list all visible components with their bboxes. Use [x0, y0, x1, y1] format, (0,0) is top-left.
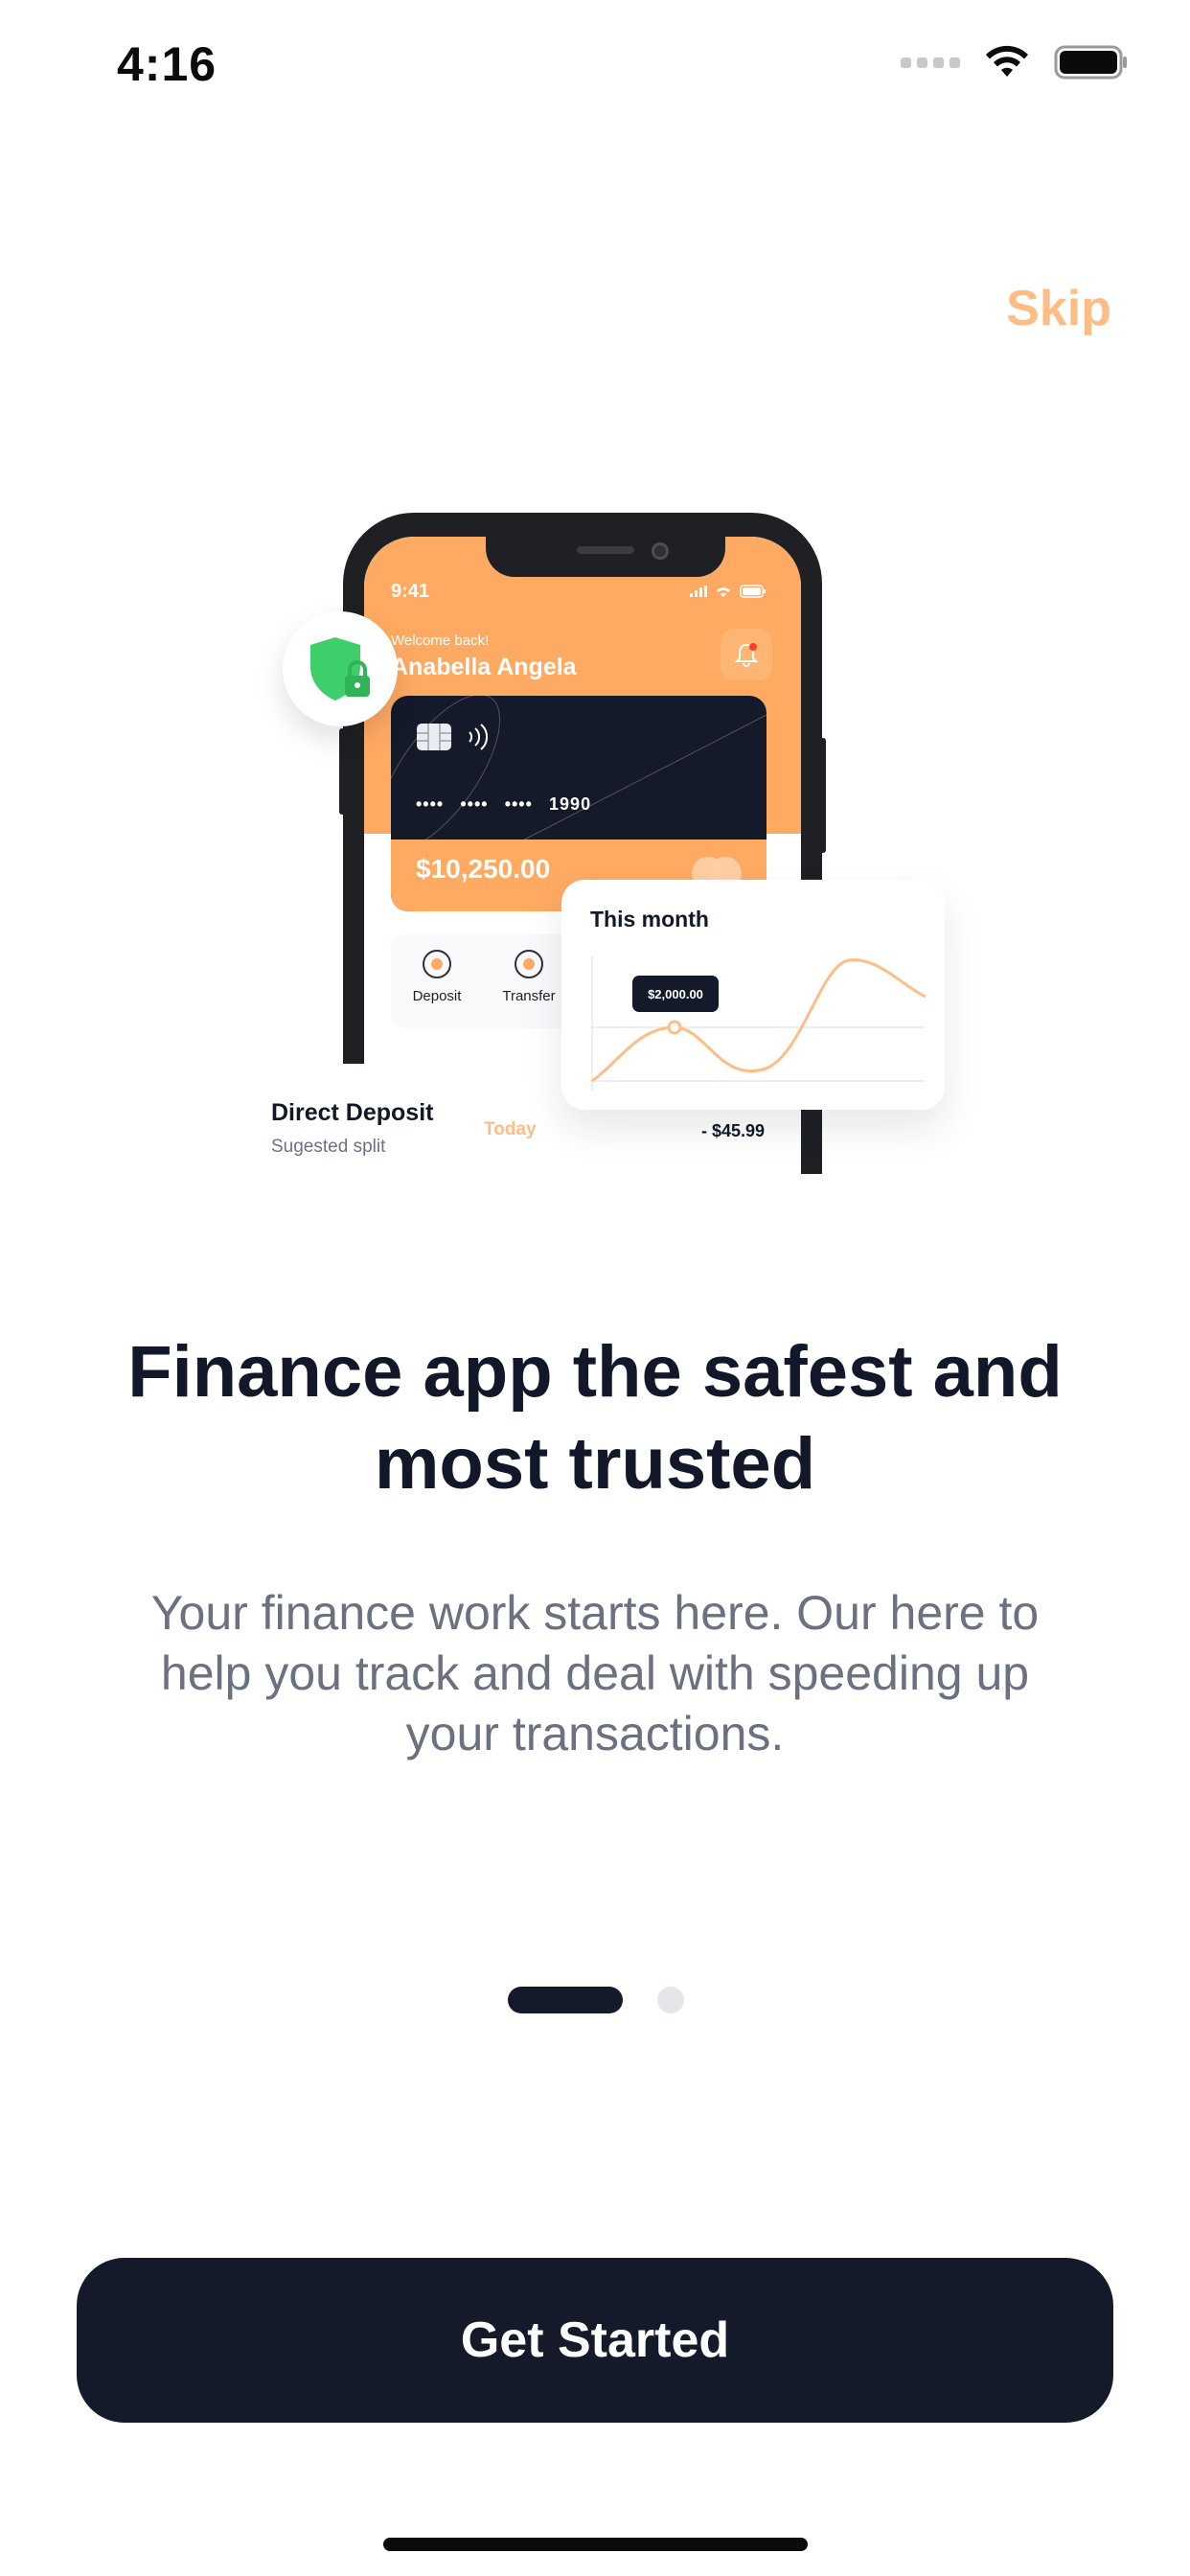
page-indicator: [508, 1987, 684, 2013]
shield-lock-icon: [310, 637, 370, 701]
phone-camera: [652, 542, 669, 560]
phone-battery-icon: [740, 585, 766, 598]
cellular-signal-icon: [901, 57, 960, 68]
transaction-card: Direct Deposit Sugested split Today: [240, 1064, 575, 1179]
deposit-action: Deposit: [399, 950, 475, 1004]
phone-signal-icon: [690, 586, 707, 597]
card-mask-group: ••••: [504, 794, 533, 814]
chart-tooltip: $2,000.00: [632, 976, 719, 1012]
onboarding-illustration: 9:41 Welcome back! Anabella Angela •••• …: [240, 508, 949, 1179]
welcome-text: Welcome back!: [391, 632, 490, 649]
card-chip-icon: [417, 724, 451, 750]
phone-side-button: [339, 728, 345, 815]
battery-icon: [1054, 45, 1127, 80]
action-label: Deposit: [412, 988, 462, 1004]
bell-icon: [734, 643, 759, 667]
skip-button[interactable]: Skip: [1006, 280, 1111, 337]
card-number: •••• •••• •••• 1990: [416, 794, 591, 816]
action-label: Transfer: [502, 988, 556, 1004]
phone-side-button: [820, 738, 826, 853]
card-last-digits: 1990: [549, 794, 592, 814]
status-icons: [901, 44, 1129, 80]
monthly-chart-card: This month $2,000.00: [561, 880, 945, 1110]
deposit-icon: [423, 950, 451, 978]
phone-time: 9:41: [391, 581, 430, 602]
card-balance: $10,250.00: [416, 854, 551, 884]
status-time: 4:16: [117, 37, 217, 91]
get-started-button[interactable]: Get Started: [77, 2258, 1113, 2423]
transfer-action: Transfer: [491, 950, 567, 1004]
phone-notch: [486, 537, 725, 577]
security-badge: [283, 611, 398, 726]
transaction-amount: - $45.99: [701, 1121, 766, 1140]
onboarding-description: Your finance work starts here. Our here …: [150, 1586, 1040, 1760]
home-indicator: [383, 2538, 808, 2551]
transaction-subtitle: Sugested split: [271, 1137, 386, 1157]
transfer-icon: [515, 950, 543, 978]
nfc-icon: [469, 724, 488, 750]
chart-title: This month: [590, 907, 709, 932]
phone-status-icons: [690, 585, 767, 598]
chart-graph: [590, 956, 927, 1091]
phone-wifi-icon: [717, 586, 730, 597]
card-mask-group: ••••: [460, 794, 489, 814]
card-mask-group: ••••: [416, 794, 445, 814]
page-indicator-active[interactable]: [508, 1987, 623, 2013]
transaction-title: Direct Deposit: [271, 1099, 434, 1126]
notification-button: [721, 629, 772, 680]
phone-speaker: [577, 546, 634, 554]
onboarding-headline: Finance app the safest and most trusted: [127, 1331, 1063, 1505]
page-indicator-dot[interactable]: [657, 1987, 684, 2013]
transaction-date: Today: [484, 1119, 537, 1139]
wifi-icon: [986, 45, 1028, 77]
user-name: Anabella Angela: [391, 654, 577, 680]
